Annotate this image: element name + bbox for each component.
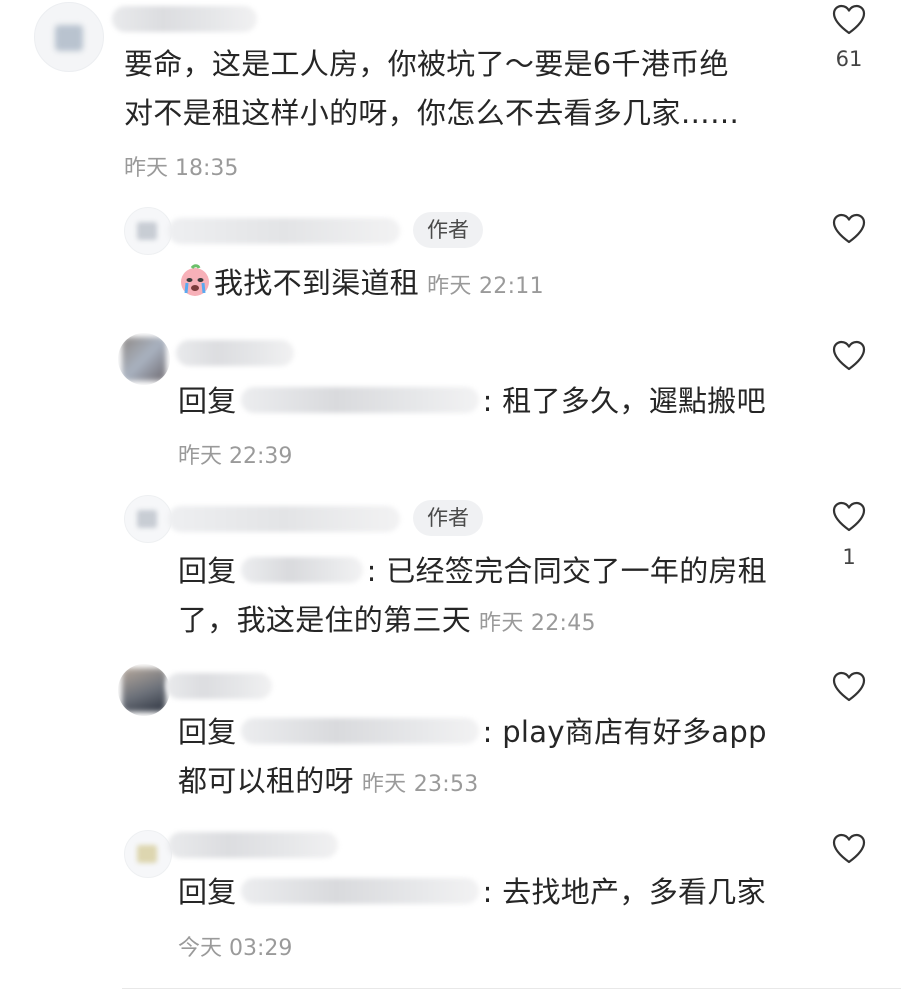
avatar[interactable] bbox=[34, 2, 104, 72]
reply-text-content: 我找不到渠道租 bbox=[214, 266, 420, 300]
reply-target-redacted[interactable] bbox=[240, 878, 479, 904]
reply-text: 回复 : 去找地产，多看几家 bbox=[178, 868, 766, 916]
heart-outline-icon[interactable] bbox=[832, 340, 866, 372]
comment-text-line2: 对不是租这样小的呀，你怎么不去看多几家…… bbox=[124, 96, 740, 130]
reply-timestamp: 昨天 22:11 bbox=[427, 274, 544, 299]
author-badge: 作者 bbox=[413, 500, 483, 536]
reply-text-content: : play商店有好多app bbox=[482, 715, 767, 749]
comment-text-line1: 要命，这是工人房，你被坑了～要是6千港币绝 bbox=[124, 47, 729, 81]
reply-text: 回复 : 租了多久，遲點搬吧 bbox=[178, 377, 766, 425]
username-redacted[interactable] bbox=[168, 506, 400, 532]
reply-target-redacted[interactable] bbox=[240, 387, 479, 413]
crying-face-emoji bbox=[181, 264, 209, 296]
heart-outline-icon[interactable] bbox=[832, 671, 866, 703]
reply-text-line2: 都可以租的呀 昨天 23:53 bbox=[178, 757, 479, 809]
author-badge: 作者 bbox=[413, 212, 483, 248]
reply-timestamp: 昨天 22:45 bbox=[479, 611, 596, 636]
like-count: 1 bbox=[842, 545, 856, 569]
reply-label: 回复 bbox=[178, 554, 237, 588]
reply-timestamp: 昨天 22:39 bbox=[178, 444, 293, 469]
like-count: 61 bbox=[835, 47, 863, 71]
heart-outline-icon[interactable] bbox=[832, 4, 866, 36]
reply-timestamp: 昨天 23:53 bbox=[361, 772, 479, 797]
reply-text-content: : 去找地产，多看几家 bbox=[482, 875, 766, 909]
heart-outline-icon[interactable] bbox=[832, 833, 866, 865]
avatar[interactable] bbox=[124, 207, 172, 255]
reply-text-line1: 回复 : play商店有好多app bbox=[178, 708, 767, 756]
username-redacted[interactable] bbox=[166, 673, 272, 699]
avatar[interactable] bbox=[124, 830, 172, 878]
avatar[interactable] bbox=[118, 333, 170, 385]
reply-timestamp: 今天 03:29 bbox=[178, 936, 293, 961]
avatar[interactable] bbox=[118, 664, 170, 716]
username-redacted[interactable] bbox=[168, 218, 400, 244]
reply-text-content: : 已经签完合同交了一年的房租 bbox=[366, 554, 768, 588]
reply-text-line2: 了，我这是住的第三天 昨天 22:45 bbox=[178, 596, 596, 648]
username-redacted[interactable] bbox=[112, 6, 257, 32]
reply-label: 回复 bbox=[178, 384, 237, 418]
heart-outline-icon[interactable] bbox=[832, 213, 866, 245]
reply-target-redacted[interactable] bbox=[240, 557, 363, 583]
reply-text-content: : 租了多久，遲點搬吧 bbox=[482, 384, 766, 418]
heart-outline-icon[interactable] bbox=[832, 501, 866, 533]
reply-target-redacted[interactable] bbox=[240, 718, 479, 744]
reply-text: 我找不到渠道租 昨天 22:11 bbox=[178, 259, 544, 311]
username-redacted[interactable] bbox=[176, 340, 294, 366]
username-redacted[interactable] bbox=[168, 832, 338, 858]
reply-label: 回复 bbox=[178, 715, 237, 749]
comment-timestamp: 昨天 18:35 bbox=[124, 156, 239, 181]
reply-text-content: 都可以租的呀 bbox=[178, 764, 354, 798]
reply-label: 回复 bbox=[178, 875, 237, 909]
reply-text-content: 了，我这是住的第三天 bbox=[178, 603, 472, 637]
avatar[interactable] bbox=[124, 495, 172, 543]
reply-text-line1: 回复 : 已经签完合同交了一年的房租 bbox=[178, 547, 767, 595]
divider bbox=[122, 988, 901, 989]
